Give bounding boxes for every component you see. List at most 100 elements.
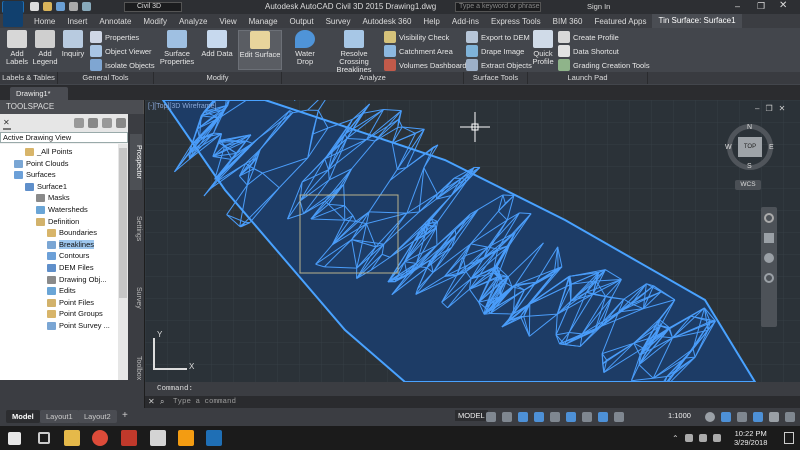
add-data-button[interactable]: Add Data (200, 30, 234, 58)
tab-model[interactable]: Model (6, 410, 40, 423)
menu-tab-express-tools[interactable]: Express Tools (485, 17, 547, 26)
polar-toggle-icon[interactable] (534, 412, 544, 422)
viewport-restore-button[interactable]: ❐ (765, 104, 772, 113)
toolspace-tool-1-icon[interactable] (74, 118, 84, 128)
volume-icon[interactable] (698, 434, 707, 442)
surface-properties-button[interactable]: Surface Properties (158, 30, 196, 66)
compass-south[interactable]: S (747, 163, 752, 170)
compass-west[interactable]: W (725, 144, 732, 151)
menu-tab-survey[interactable]: Survey (320, 17, 357, 26)
menu-tab-insert[interactable]: Insert (61, 17, 93, 26)
search-input[interactable]: Type a keyword or phrase (455, 2, 541, 12)
export-to-dem-button[interactable]: Export to DEM (466, 31, 530, 43)
restore-button[interactable]: ❐ (757, 1, 765, 12)
command-search-icon[interactable]: ⌕ (160, 397, 164, 407)
menu-tab-tin-surface-surface1[interactable]: Tin Surface: Surface1 (652, 14, 742, 28)
tab-drawing1[interactable]: Drawing1* (10, 87, 68, 100)
task-view-icon[interactable] (38, 432, 50, 444)
volumes-dashboard-button[interactable]: Volumes Dashboard (384, 59, 467, 71)
tree-item-contours[interactable]: Contours (47, 250, 89, 261)
tree-item-point-groups[interactable]: Point Groups (47, 308, 103, 319)
inquiry-button[interactable]: Inquiry (60, 30, 86, 58)
menu-tab-home[interactable]: Home (28, 17, 61, 26)
add-layout-icon[interactable]: + (122, 410, 128, 421)
toolspace-view-dropdown[interactable]: Active Drawing View (0, 132, 128, 143)
toolspace-tool-3-icon[interactable] (102, 118, 112, 128)
quick-access-toolbar[interactable] (30, 2, 110, 12)
tree-item-masks[interactable]: Masks (36, 192, 70, 203)
tree-item-surfaces[interactable]: Surfaces (14, 169, 56, 180)
menu-tab-view[interactable]: View (213, 17, 242, 26)
toolspace-scrollbar[interactable] (118, 144, 128, 380)
print-icon[interactable] (69, 2, 78, 11)
minimize-button[interactable]: – (735, 1, 740, 11)
drape-image-button[interactable]: Drape Image (466, 45, 524, 57)
tab-prospector[interactable]: Prospector (130, 134, 142, 190)
steering-wheel-icon[interactable] (764, 213, 774, 223)
command-close-icon[interactable]: ✕ (148, 397, 155, 406)
tab-settings[interactable]: Settings (130, 204, 142, 254)
tree-item-boundaries[interactable]: Boundaries (47, 227, 97, 238)
annotation-monitor-icon[interactable] (721, 412, 731, 422)
viewport-controls-label[interactable]: [-][Top][3D Wireframe] (148, 103, 216, 110)
menu-tab-analyze[interactable]: Analyze (173, 17, 213, 26)
tree-item-dem-files[interactable]: DEM Files (47, 262, 94, 273)
toolspace-tool-2-icon[interactable] (88, 118, 98, 128)
add-legend-button[interactable]: Add Legend (32, 30, 58, 66)
tree-item-point-survey[interactable]: Point Survey ... (47, 320, 110, 331)
group-general-tools[interactable]: General Tools (58, 72, 154, 84)
water-drop-button[interactable]: Water Drop (286, 30, 324, 66)
workspace-gear-icon[interactable] (705, 412, 715, 422)
open-icon[interactable] (43, 2, 52, 11)
viewport-minimize-button[interactable]: – (755, 104, 759, 113)
annotation-toggle-icon[interactable] (598, 412, 608, 422)
visibility-check-button[interactable]: Visibility Check (384, 31, 449, 43)
grid-toggle-icon[interactable] (486, 412, 496, 422)
pan-icon[interactable] (764, 233, 774, 243)
toolspace-autohide-icon[interactable] (3, 128, 11, 130)
group-surface-tools[interactable]: Surface Tools (464, 72, 528, 84)
menu-tab-add-ins[interactable]: Add-ins (446, 17, 485, 26)
add-labels-button[interactable]: Add Labels (4, 30, 30, 66)
tab-layout1[interactable]: Layout1 (40, 410, 79, 423)
menu-tab-bim-360[interactable]: BIM 360 (547, 17, 589, 26)
osnap-toggle-icon[interactable] (550, 412, 560, 422)
hardware-accel-icon[interactable] (737, 412, 747, 422)
tree-item-drawing-obj[interactable]: Drawing Obj... (47, 274, 107, 285)
tree-item-breaklines[interactable]: Breaklines (47, 239, 95, 250)
autocad-civil3d-icon[interactable] (206, 430, 222, 446)
undo-icon[interactable] (82, 2, 91, 11)
chrome-icon[interactable] (92, 430, 108, 446)
compass-north[interactable]: N (747, 124, 752, 131)
notifications-icon[interactable] (784, 432, 794, 444)
tree-item-watersheds[interactable]: Watersheds (36, 204, 88, 215)
tree-item-point-files[interactable]: Point Files (47, 297, 94, 308)
ortho-toggle-icon[interactable] (518, 412, 528, 422)
isolate-objects-button[interactable]: Isolate Objects (90, 59, 155, 71)
lineweight-toggle-icon[interactable] (582, 412, 592, 422)
keyboard-icon[interactable] (712, 434, 721, 442)
wcs-dropdown[interactable]: WCS (735, 180, 761, 190)
menu-tab-modify[interactable]: Modify (137, 17, 173, 26)
resolve-crossing-breaklines-button[interactable]: Resolve Crossing Breaklines (328, 30, 380, 74)
toolspace-tool-4-icon[interactable] (116, 118, 126, 128)
tree-item-point-clouds[interactable]: Point Clouds (14, 158, 69, 169)
data-shortcut-button[interactable]: Data Shortcut (558, 45, 619, 57)
workspace-dropdown[interactable]: Civil 3D (124, 2, 182, 12)
save-icon[interactable] (56, 2, 65, 11)
snap-toggle-icon[interactable] (502, 412, 512, 422)
otrack-toggle-icon[interactable] (566, 412, 576, 422)
zoom-icon[interactable] (764, 253, 774, 263)
toolspace-close-icon[interactable]: ✕ (3, 118, 10, 127)
model-space-toggle[interactable]: MODEL (455, 410, 488, 421)
tree-item-edits[interactable]: Edits (47, 285, 76, 296)
paint-icon[interactable] (150, 430, 166, 446)
orbit-icon[interactable] (764, 273, 774, 283)
create-profile-button[interactable]: Create Profile (558, 31, 619, 43)
windows-start-icon[interactable] (8, 432, 21, 445)
menu-tab-help[interactable]: Help (417, 17, 445, 26)
taskbar-clock[interactable]: 10:22 PM 3/29/2018 (734, 429, 767, 447)
grading-creation-tools-button[interactable]: Grading Creation Tools (558, 59, 650, 71)
new-icon[interactable] (30, 2, 39, 11)
command-input[interactable]: Type a command (145, 396, 800, 408)
